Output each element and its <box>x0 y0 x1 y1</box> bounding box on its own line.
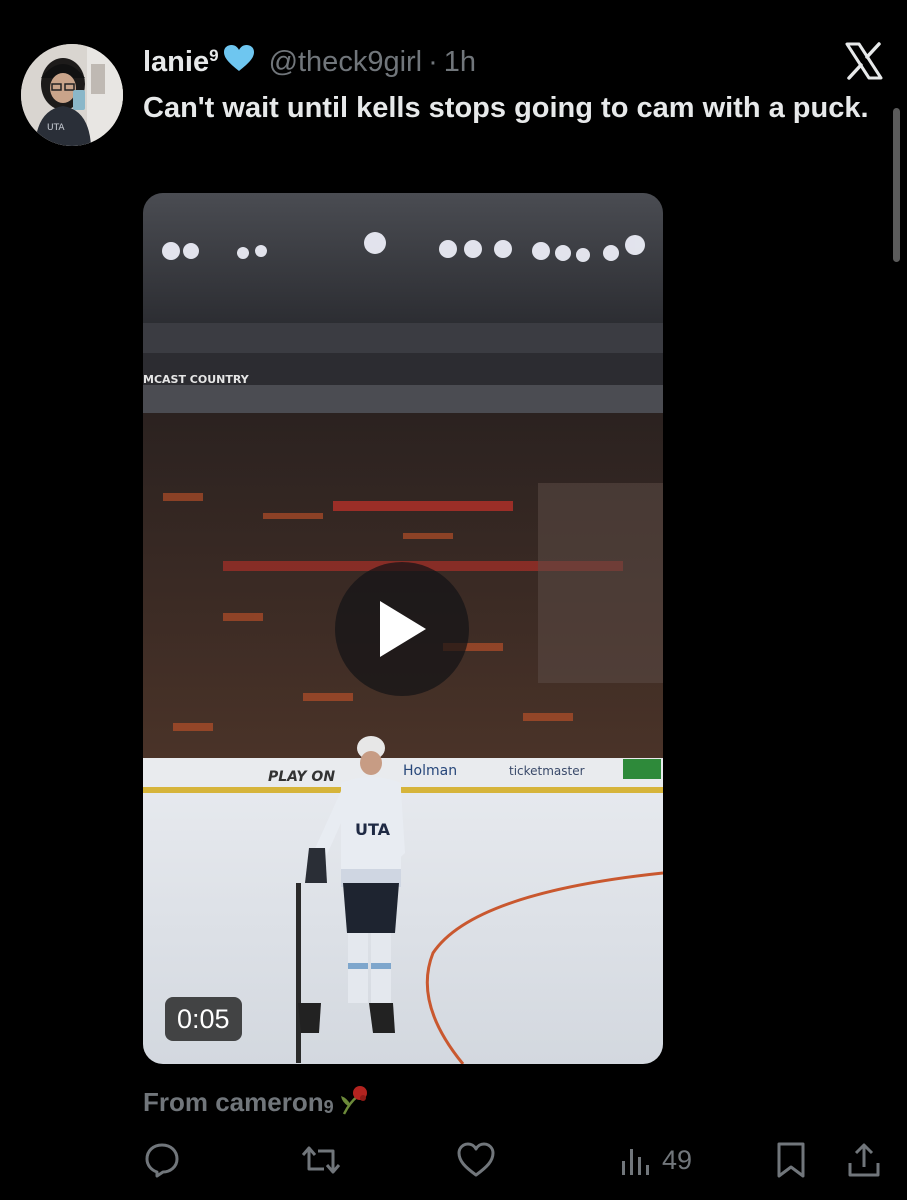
board-ad-1: PLAY ON <box>268 769 335 785</box>
bookmark-icon <box>777 1142 805 1178</box>
heart-icon <box>457 1142 495 1177</box>
separator-dot: · <box>428 45 438 78</box>
play-button[interactable] <box>335 562 469 696</box>
board-ad-3: ticketmaster <box>509 764 585 778</box>
repost-icon <box>301 1146 341 1174</box>
share-icon <box>848 1143 880 1177</box>
jersey-text: UTA <box>355 820 391 839</box>
views-count: 49 <box>662 1144 693 1175</box>
svg-text:UTA: UTA <box>47 123 65 133</box>
arena-banner: MCAST COUNTRY <box>143 373 250 386</box>
views-button[interactable]: 49 <box>620 1140 692 1180</box>
tweet-text: Can't wait until kells stops going to ca… <box>143 92 869 124</box>
source-suffix: 9 <box>323 1096 334 1117</box>
repost-button[interactable] <box>300 1140 342 1180</box>
tweet-actions-bar: 49 <box>0 1134 907 1186</box>
source-attribution[interactable]: From cameron 9 <box>143 1082 372 1122</box>
reply-icon <box>145 1143 179 1178</box>
source-text: From cameron <box>143 1086 324 1117</box>
x-logo-icon <box>843 40 885 82</box>
like-button[interactable] <box>456 1140 496 1180</box>
blue-heart-icon <box>223 44 255 80</box>
wilted-rose-icon <box>338 1082 372 1123</box>
display-name-superscript: 9 <box>209 45 219 65</box>
play-icon <box>380 601 426 657</box>
display-name[interactable]: lanie9 <box>143 46 219 79</box>
video-player[interactable]: MCAST COUNTRY PLAY ON Holman ticketmaste… <box>143 193 663 1064</box>
tweet-header: lanie9 @theck9girl · 1h <box>143 42 476 82</box>
reply-button[interactable] <box>143 1140 181 1180</box>
bookmark-button[interactable] <box>774 1140 808 1180</box>
board-ad-2: Holman <box>403 763 457 779</box>
user-handle[interactable]: @theck9girl <box>269 46 423 79</box>
video-duration-badge: 0:05 <box>165 997 242 1041</box>
avatar[interactable]: UTA <box>21 44 123 146</box>
bar-chart-icon <box>622 1149 649 1175</box>
avatar-image: UTA <box>21 44 123 146</box>
timestamp[interactable]: 1h <box>444 46 476 79</box>
share-button[interactable] <box>846 1140 882 1180</box>
scrollbar[interactable] <box>893 108 900 262</box>
